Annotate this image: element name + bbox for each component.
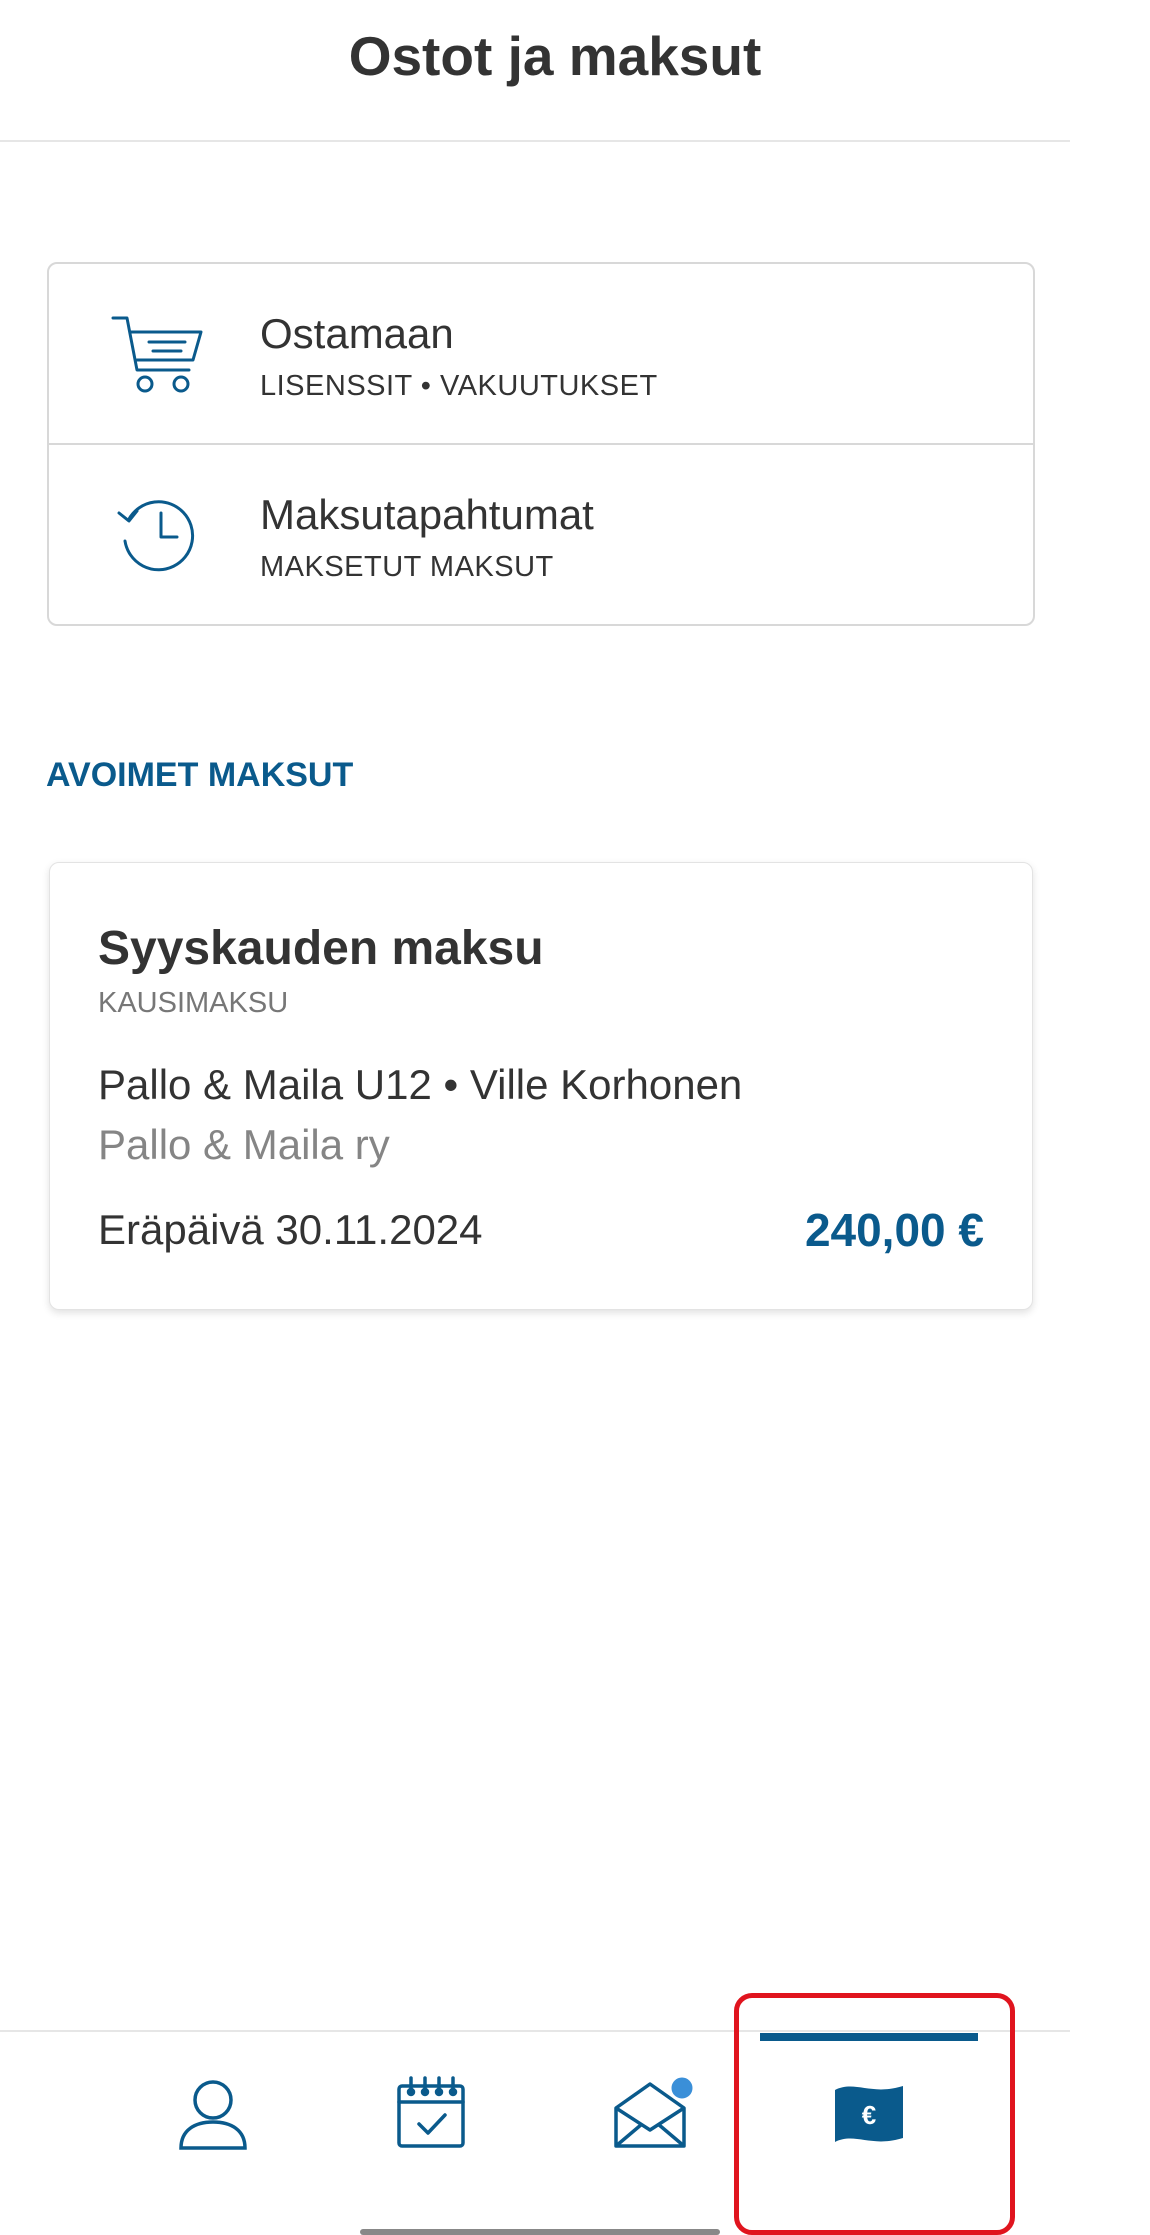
nav-messages[interactable]: [575, 2032, 725, 2235]
purchase-menu: Ostamaan LISENSSIT • VAKUUTUKSET Maksuta…: [47, 262, 1035, 626]
payment-due-date: Eräpäivä 30.11.2024: [98, 1206, 483, 1253]
notification-badge: [668, 2074, 696, 2102]
nav-profile[interactable]: [138, 2032, 288, 2235]
payment-club: Pallo & Maila ry: [98, 1121, 390, 1168]
payment-amount: 240,00 €: [804, 1204, 984, 1256]
page-title: Ostot ja maksut: [348, 25, 762, 87]
menu-item-subtitle: MAKSETUT MAKSUT: [260, 551, 554, 583]
cart-icon: [109, 308, 205, 398]
open-payments-heading: AVOIMET MAKSUT: [46, 756, 354, 794]
menu-item-title: Maksutapahtumat: [260, 491, 594, 538]
payments-screen: Ostot ja maksut Ostamaan LISENSSIT • VAK…: [0, 0, 1150, 2235]
history-icon: [109, 489, 205, 579]
profile-icon: [179, 2080, 247, 2150]
envelope-icon: [614, 2074, 696, 2148]
home-indicator: [360, 2229, 720, 2235]
payment-card[interactable]: Syyskauden maksu KAUSIMAKSU Pallo & Mail…: [49, 862, 1033, 1310]
menu-item-transactions[interactable]: Maksutapahtumat MAKSETUT MAKSUT: [49, 445, 1033, 626]
highlight-box: [734, 1993, 1015, 2235]
menu-item-shop[interactable]: Ostamaan LISENSSIT • VAKUUTUKSET: [49, 264, 1033, 445]
menu-item-title: Ostamaan: [260, 310, 454, 357]
payment-title: Syyskauden maksu: [98, 922, 544, 975]
calendar-icon: [397, 2076, 465, 2148]
menu-item-subtitle: LISENSSIT • VAKUUTUKSET: [260, 370, 658, 402]
header: Ostot ja maksut: [0, 0, 1070, 142]
payment-team-player: Pallo & Maila U12 • Ville Korhonen: [98, 1061, 743, 1108]
nav-calendar[interactable]: [356, 2032, 506, 2235]
payment-type: KAUSIMAKSU: [98, 987, 289, 1019]
